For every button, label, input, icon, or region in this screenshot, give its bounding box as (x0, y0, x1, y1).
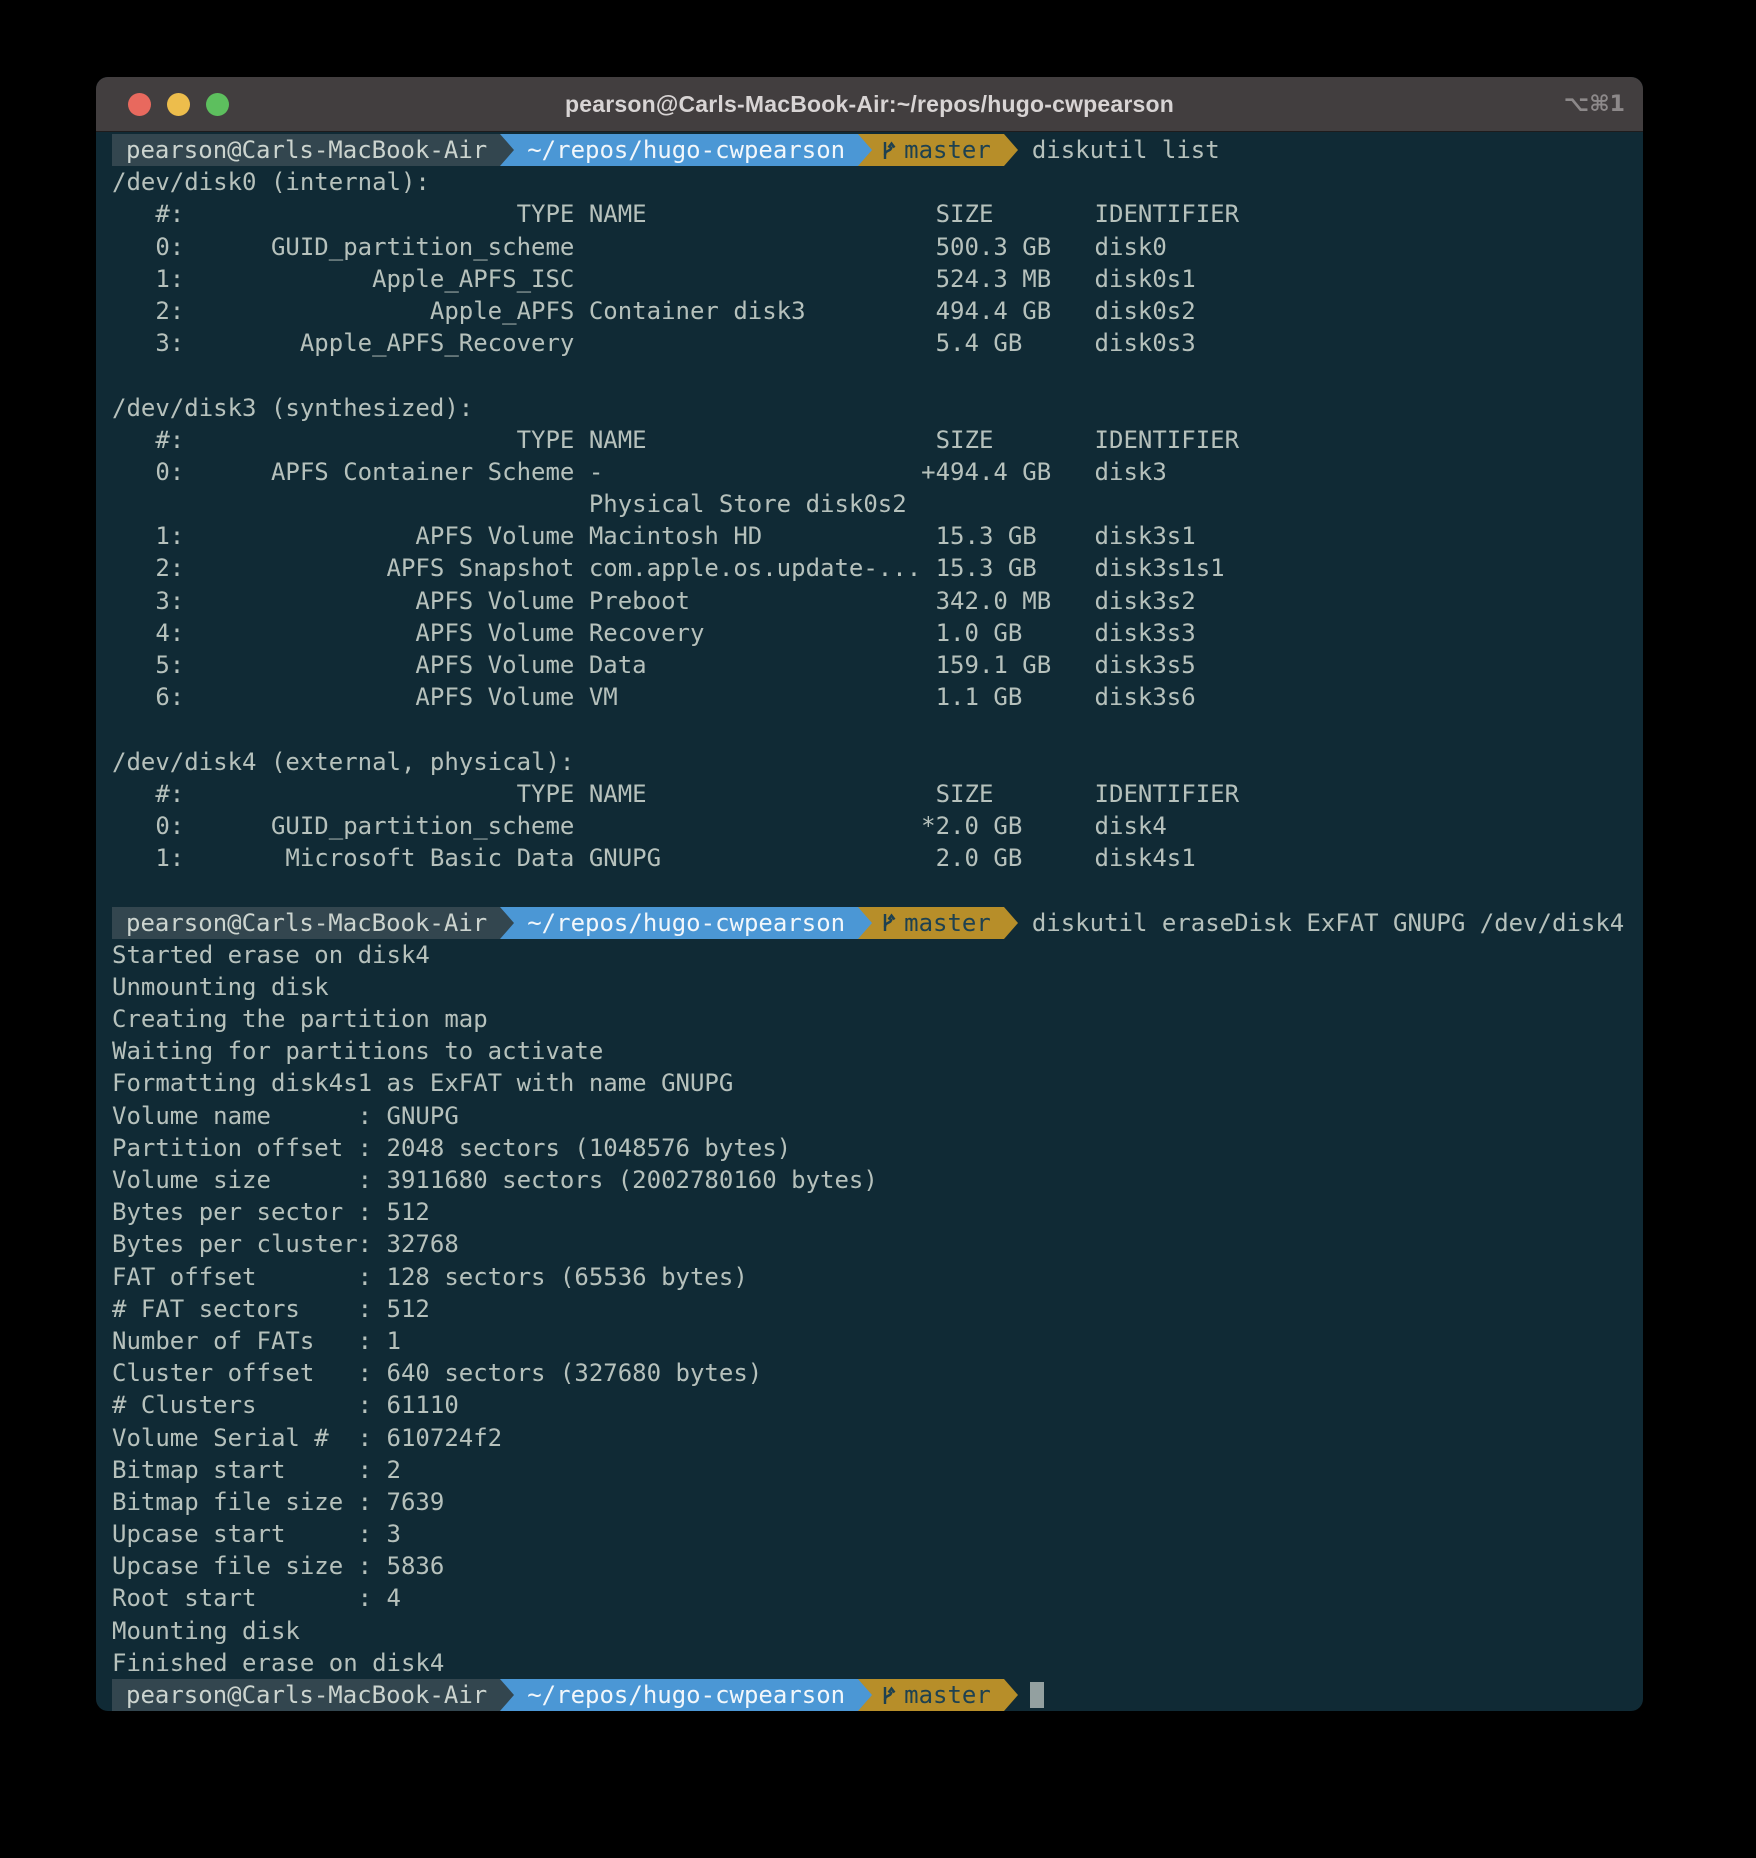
terminal-window: pearson@Carls-MacBook-Air:~/repos/hugo-c… (96, 77, 1643, 1711)
terminal-output-line: Mounting disk (112, 1615, 1627, 1647)
diskutil-list-output: /dev/disk0 (internal): #: TYPE NAME SIZE… (112, 166, 1627, 906)
prompt-line-3: pearson@Carls-MacBook-Air ~/repos/hugo-c… (112, 1679, 1627, 1711)
powerline-arrow-icon (500, 134, 514, 166)
terminal-output-line: Bitmap file size : 7639 (112, 1486, 1627, 1518)
window-shortcut-badge: ⌥⌘1 (1564, 77, 1625, 131)
terminal-output-line (112, 874, 1627, 906)
powerline-arrow-icon (1004, 1679, 1018, 1711)
terminal-output-line: Volume size : 3911680 sectors (200278016… (112, 1164, 1627, 1196)
terminal-content[interactable]: pearson@Carls-MacBook-Air ~/repos/hugo-c… (96, 132, 1643, 1711)
command-diskutil-list: diskutil list (1032, 134, 1220, 166)
powerline-arrow-icon (858, 907, 872, 939)
terminal-output-line: Waiting for partitions to activate (112, 1035, 1627, 1067)
prompt-user-host: pearson@Carls-MacBook-Air (112, 907, 500, 939)
terminal-output-line: Physical Store disk0s2 (112, 488, 1627, 520)
terminal-output-line: 2: Apple_APFS Container disk3 494.4 GB d… (112, 295, 1627, 327)
terminal-output-line: FAT offset : 128 sectors (65536 bytes) (112, 1261, 1627, 1293)
prompt-user-host: pearson@Carls-MacBook-Air (112, 134, 500, 166)
terminal-output-line (112, 359, 1627, 391)
terminal-output-line: Volume name : GNUPG (112, 1100, 1627, 1132)
terminal-output-line: Upcase start : 3 (112, 1518, 1627, 1550)
terminal-output-line: 0: APFS Container Scheme - +494.4 GB dis… (112, 456, 1627, 488)
terminal-output-line: 1: APFS Volume Macintosh HD 15.3 GB disk… (112, 520, 1627, 552)
terminal-output-line: # Clusters : 61110 (112, 1389, 1627, 1421)
erase-output: Started erase on disk4Unmounting diskCre… (112, 939, 1627, 1679)
prompt-git-branch: master (904, 136, 991, 164)
terminal-output-line: Bitmap start : 2 (112, 1454, 1627, 1486)
terminal-output-line: Number of FATs : 1 (112, 1325, 1627, 1357)
prompt-directory: ~/repos/hugo-cwpearson (514, 134, 858, 166)
terminal-output-line: Root start : 4 (112, 1582, 1627, 1614)
git-branch-icon (879, 1684, 897, 1707)
close-button[interactable] (128, 93, 151, 116)
terminal-output-line (112, 713, 1627, 745)
terminal-output-line: 0: GUID_partition_scheme 500.3 GB disk0 (112, 231, 1627, 263)
git-branch-icon (879, 139, 897, 162)
zoom-button[interactable] (206, 93, 229, 116)
terminal-output-line: /dev/disk0 (internal): (112, 166, 1627, 198)
terminal-output-line: Formatting disk4s1 as ExFAT with name GN… (112, 1067, 1627, 1099)
window-controls (128, 77, 229, 131)
terminal-output-line: 2: APFS Snapshot com.apple.os.update-...… (112, 552, 1627, 584)
terminal-output-line: 1: Microsoft Basic Data GNUPG 2.0 GB dis… (112, 842, 1627, 874)
terminal-output-line: Partition offset : 2048 sectors (1048576… (112, 1132, 1627, 1164)
terminal-output-line: 3: APFS Volume Preboot 342.0 MB disk3s2 (112, 585, 1627, 617)
terminal-output-line: Started erase on disk4 (112, 939, 1627, 971)
prompt-line-1: pearson@Carls-MacBook-Air ~/repos/hugo-c… (112, 134, 1627, 166)
terminal-cursor (1030, 1682, 1044, 1708)
terminal-output-line: Bytes per cluster: 32768 (112, 1228, 1627, 1260)
terminal-output-line: Upcase file size : 5836 (112, 1550, 1627, 1582)
terminal-output-line: #: TYPE NAME SIZE IDENTIFIER (112, 778, 1627, 810)
terminal-output-line: /dev/disk3 (synthesized): (112, 392, 1627, 424)
terminal-output-line: #: TYPE NAME SIZE IDENTIFIER (112, 198, 1627, 230)
terminal-output-line: 0: GUID_partition_scheme *2.0 GB disk4 (112, 810, 1627, 842)
terminal-output-line: 6: APFS Volume VM 1.1 GB disk3s6 (112, 681, 1627, 713)
terminal-output-line: Bytes per sector : 512 (112, 1196, 1627, 1228)
title-bar: pearson@Carls-MacBook-Air:~/repos/hugo-c… (96, 77, 1643, 132)
powerline-arrow-icon (1004, 907, 1018, 939)
terminal-output-line: # FAT sectors : 512 (112, 1293, 1627, 1325)
terminal-output-line: 4: APFS Volume Recovery 1.0 GB disk3s3 (112, 617, 1627, 649)
prompt-user-host: pearson@Carls-MacBook-Air (112, 1679, 500, 1711)
terminal-output-line: Unmounting disk (112, 971, 1627, 1003)
terminal-output-line: 1: Apple_APFS_ISC 524.3 MB disk0s1 (112, 263, 1627, 295)
terminal-output-line: Creating the partition map (112, 1003, 1627, 1035)
minimize-button[interactable] (167, 93, 190, 116)
prompt-line-2: pearson@Carls-MacBook-Air ~/repos/hugo-c… (112, 907, 1627, 939)
terminal-output-line: 5: APFS Volume Data 159.1 GB disk3s5 (112, 649, 1627, 681)
terminal-output-line: #: TYPE NAME SIZE IDENTIFIER (112, 424, 1627, 456)
powerline-arrow-icon (1004, 134, 1018, 166)
powerline-arrow-icon (500, 1679, 514, 1711)
command-diskutil-erasedisk: diskutil eraseDisk ExFAT GNUPG /dev/disk… (1032, 907, 1624, 939)
terminal-output-line: Finished erase on disk4 (112, 1647, 1627, 1679)
window-title: pearson@Carls-MacBook-Air:~/repos/hugo-c… (96, 91, 1643, 118)
terminal-output-line: /dev/disk4 (external, physical): (112, 746, 1627, 778)
powerline-arrow-icon (858, 134, 872, 166)
prompt-git-segment: master (872, 1679, 1004, 1711)
prompt-git-segment: master (872, 907, 1004, 939)
prompt-directory: ~/repos/hugo-cwpearson (514, 907, 858, 939)
prompt-git-branch: master (904, 909, 991, 937)
prompt-git-segment: master (872, 134, 1004, 166)
powerline-arrow-icon (858, 1679, 872, 1711)
prompt-git-branch: master (904, 1681, 991, 1709)
git-branch-icon (879, 911, 897, 934)
terminal-output-line: Volume Serial # : 610724f2 (112, 1422, 1627, 1454)
powerline-arrow-icon (500, 907, 514, 939)
terminal-output-line: 3: Apple_APFS_Recovery 5.4 GB disk0s3 (112, 327, 1627, 359)
terminal-output-line: Cluster offset : 640 sectors (327680 byt… (112, 1357, 1627, 1389)
prompt-directory: ~/repos/hugo-cwpearson (514, 1679, 858, 1711)
